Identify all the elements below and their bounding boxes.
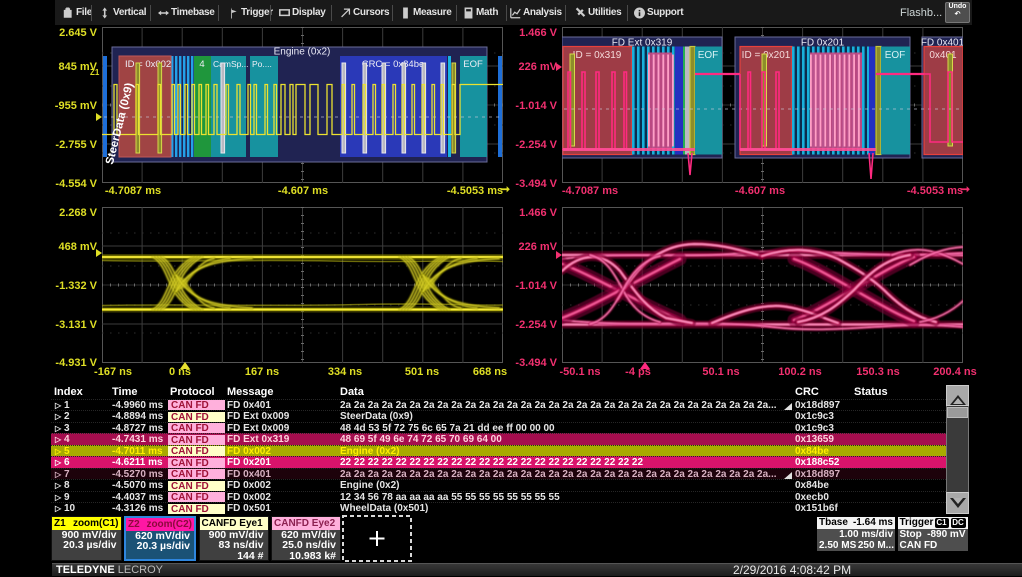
svg-text:CRC = 0x84be: CRC = 0x84be — [362, 59, 425, 70]
svg-text:ID = 0x319: ID = 0x319 — [573, 50, 622, 61]
svg-text:EOF: EOF — [463, 59, 483, 70]
svg-text:CamSp...: CamSp... — [213, 59, 248, 69]
svg-text:Engine (0x2): Engine (0x2) — [274, 47, 331, 58]
svg-text:4: 4 — [199, 59, 204, 70]
svg-text:Po....: Po.... — [252, 59, 272, 69]
svg-text:EOF: EOF — [698, 50, 719, 61]
svg-text:ID = 0x002: ID = 0x002 — [125, 59, 171, 70]
svg-text:EOF: EOF — [885, 50, 906, 61]
